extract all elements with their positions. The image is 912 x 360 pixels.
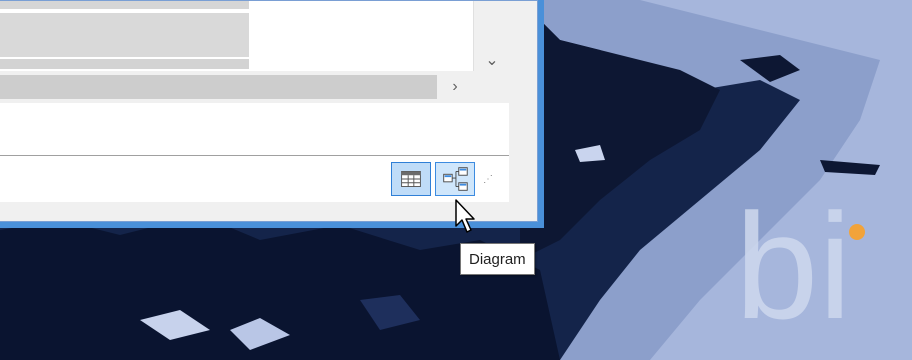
wallpaper-brand-text: bi bbox=[735, 182, 852, 350]
vertical-scrollbar[interactable]: ⌄ bbox=[473, 1, 510, 71]
scrollbar-thumb[interactable] bbox=[0, 75, 437, 99]
mouse-cursor-icon bbox=[455, 199, 475, 233]
horizontal-scrollbar[interactable]: › bbox=[0, 71, 509, 103]
grid-view-button[interactable] bbox=[391, 162, 431, 196]
grid-row[interactable] bbox=[0, 59, 249, 69]
app-window: ⌄ › ⋰ bbox=[0, 0, 538, 222]
content-panel bbox=[0, 103, 509, 155]
grid-row[interactable] bbox=[0, 13, 249, 57]
tooltip: Diagram bbox=[460, 243, 535, 275]
diagram-view-button[interactable] bbox=[435, 162, 475, 196]
diagram-icon bbox=[443, 167, 468, 191]
scroll-corner bbox=[473, 71, 509, 103]
chevron-right-icon: › bbox=[452, 78, 458, 95]
chevron-down-icon: ⌄ bbox=[485, 52, 499, 69]
scroll-down-button[interactable]: ⌄ bbox=[474, 49, 510, 71]
tooltip-text: Diagram bbox=[469, 250, 526, 268]
grid-row[interactable] bbox=[0, 1, 249, 9]
resize-grip-icon[interactable]: ⋰ bbox=[483, 175, 503, 193]
scroll-right-button[interactable]: › bbox=[439, 75, 471, 99]
grid-icon bbox=[401, 171, 421, 187]
data-grid[interactable] bbox=[0, 1, 473, 71]
status-bar bbox=[0, 156, 509, 202]
